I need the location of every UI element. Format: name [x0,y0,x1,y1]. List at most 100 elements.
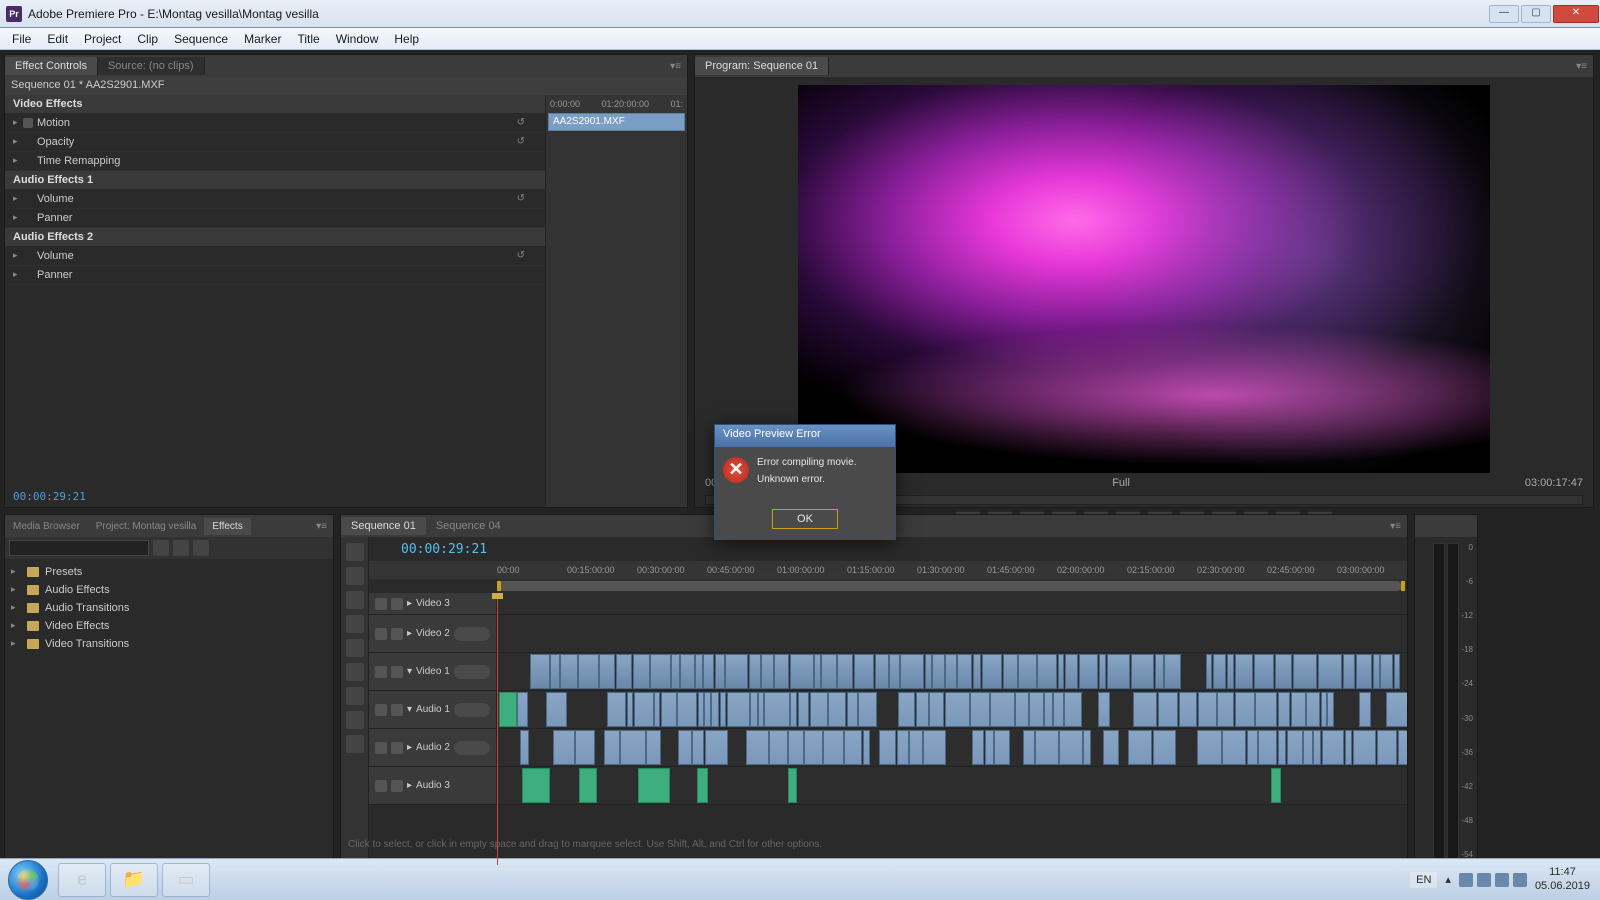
timeline-clip[interactable] [720,692,727,727]
taskbar-ie-icon[interactable]: e [58,863,106,897]
timeline-clip[interactable] [604,730,620,765]
taskbar-explorer-icon[interactable]: 📁 [110,863,158,897]
timeline-clip[interactable] [1217,692,1234,727]
timeline-clip[interactable] [546,692,567,727]
timeline-clip[interactable] [1386,692,1407,727]
effect-opacity[interactable]: ▸Opacity↺ [5,133,545,152]
timeline-clip[interactable] [1064,692,1081,727]
effect-controls-timecode[interactable]: 00:00:29:21 [13,490,86,503]
timeline-tab-seq04[interactable]: Sequence 04 [426,517,511,535]
timeline-clip[interactable] [858,692,877,727]
taskbar-clock[interactable]: 11:47 05.06.2019 [1535,866,1590,892]
zoom-tool-icon[interactable] [346,735,364,753]
timeline-clip[interactable] [814,654,820,689]
pen-tool-icon[interactable] [346,687,364,705]
hand-tool-icon[interactable] [346,711,364,729]
timeline-clip[interactable] [1035,730,1058,765]
timeline-clip[interactable] [634,692,654,727]
timeline-clip[interactable] [1083,730,1091,765]
timeline-clip[interactable] [715,654,725,689]
menu-window[interactable]: Window [328,30,387,48]
toggle-sync-lock-icon[interactable] [391,628,403,640]
menu-project[interactable]: Project [76,30,129,48]
track-content[interactable] [497,615,1407,652]
track-style-icon[interactable] [454,665,490,679]
timeline-clip[interactable] [746,730,769,765]
timeline-clip[interactable] [916,692,929,727]
folder-video-transitions[interactable]: Video Transitions [5,635,333,653]
timeline-clip[interactable] [810,692,828,727]
toggle-sync-lock-icon[interactable] [391,780,403,792]
timeline-clip[interactable] [823,730,844,765]
timeline-clip[interactable] [847,692,858,727]
panel-menu-icon[interactable]: ▾≡ [670,61,681,72]
timeline-clip[interactable] [1247,730,1258,765]
timeline-clip[interactable] [1053,692,1063,727]
timeline-clip[interactable] [750,692,758,727]
timeline-clip[interactable] [1275,654,1293,689]
toggle-sync-lock-icon[interactable] [391,704,403,716]
timeline-clip[interactable] [1322,730,1345,765]
menu-marker[interactable]: Marker [236,30,289,48]
effect-volume-1[interactable]: ▸Volume↺ [5,190,545,209]
timeline-clip[interactable] [1164,654,1181,689]
timeline-clip[interactable] [638,768,670,803]
timeline-clip[interactable] [1131,654,1154,689]
menu-clip[interactable]: Clip [129,30,166,48]
window-minimize-button[interactable]: — [1489,5,1519,23]
timeline-clip[interactable] [1044,692,1053,727]
timeline-clip[interactable] [994,730,1010,765]
timeline-clip[interactable] [929,692,944,727]
timeline-clip[interactable] [1278,730,1287,765]
timeline-clip[interactable] [844,730,862,765]
timeline-clip[interactable] [522,768,549,803]
timeline-clip[interactable] [804,730,822,765]
ripple-edit-tool-icon[interactable] [346,591,364,609]
timeline-clip[interactable] [650,654,670,689]
timeline-clip[interactable] [798,692,810,727]
timeline-clip[interactable] [1321,692,1327,727]
track-content[interactable] [497,691,1407,728]
timeline-clip[interactable] [788,730,804,765]
timeline-clip[interactable] [627,692,634,727]
tab-project[interactable]: Project: Montag vesilla [88,518,205,535]
timeline-clip[interactable] [550,654,559,689]
fx-yuv-icon[interactable] [193,540,209,556]
toggle-track-output-icon[interactable] [375,742,387,754]
timeline-clip[interactable] [1227,654,1235,689]
tray-chevron-icon[interactable]: ▴ [1445,873,1451,886]
timeline-clip[interactable] [1318,654,1343,689]
tray-icon[interactable] [1495,873,1509,887]
timeline-clip[interactable] [945,692,970,727]
timeline-clip[interactable] [1197,730,1222,765]
timeline-clip[interactable] [671,654,680,689]
timeline-clip[interactable] [945,654,957,689]
timeline-clip[interactable] [769,730,787,765]
timeline-clip[interactable] [1079,654,1099,689]
timeline-clip[interactable] [973,654,982,689]
timeline-clip[interactable] [863,730,871,765]
timeline-clip[interactable] [1254,654,1274,689]
timeline-clip[interactable] [575,730,594,765]
toggle-sync-lock-icon[interactable] [391,742,403,754]
timeline-clip[interactable] [758,692,763,727]
timeline-clip[interactable] [875,654,889,689]
track-style-icon[interactable] [454,703,490,717]
timeline-clip[interactable] [1313,730,1321,765]
timeline-clip[interactable] [1327,692,1334,727]
timeline-clip[interactable] [1158,692,1179,727]
timeline-clip[interactable] [607,692,627,727]
timeline-clip[interactable] [990,692,1015,727]
timeline-clip[interactable] [1235,654,1254,689]
tray-icon[interactable] [1459,873,1473,887]
timeline-clip[interactable] [1058,654,1065,689]
timeline-clip[interactable] [1353,730,1377,765]
timeline-clip[interactable] [705,730,729,765]
panel-menu-icon[interactable]: ▾≡ [1390,521,1401,532]
timeline-clip[interactable] [761,654,774,689]
effect-controls-ruler[interactable]: 0:00:00 01:20:00:00 01: [546,95,687,113]
track-content[interactable] [497,767,1407,804]
timeline-clip[interactable] [680,654,694,689]
timeline-clip[interactable] [1343,654,1355,689]
timeline-clip[interactable] [1213,654,1227,689]
